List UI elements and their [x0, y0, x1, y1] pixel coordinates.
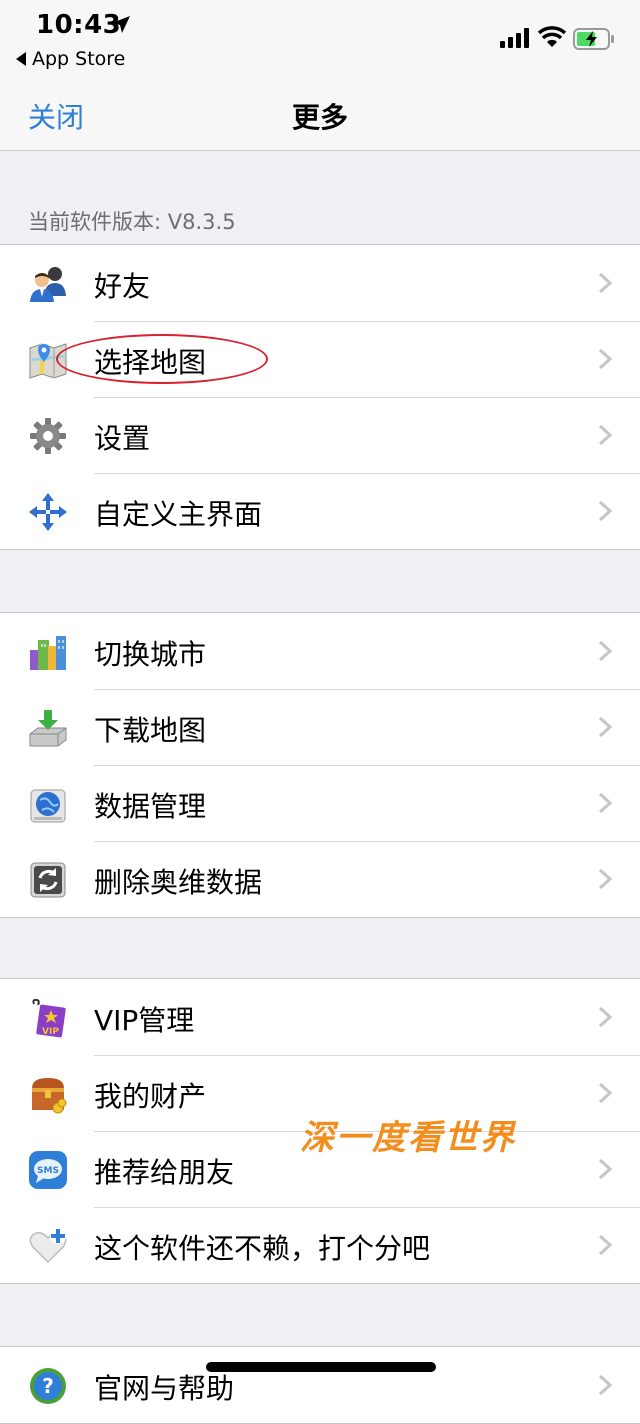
chevron-right-icon: [598, 1374, 612, 1396]
vip-icon: VIP: [32, 998, 66, 1038]
globe-icon: [30, 789, 66, 823]
refresh-icon: [30, 862, 66, 898]
location-arrow-icon: [112, 16, 130, 33]
menu-item-label: 自定义主界面: [94, 498, 263, 531]
menu-item-rate-app[interactable]: 这个软件还不赖，打个分吧: [0, 1207, 640, 1283]
menu-item-vip-management[interactable]: VIP VIP管理: [0, 979, 640, 1055]
menu-item-label: 官网与帮助: [94, 1372, 235, 1405]
chevron-right-icon: [598, 1006, 612, 1028]
chevron-right-icon: [598, 868, 612, 890]
page-title: 更多: [291, 101, 348, 134]
status-time: 10:43: [36, 10, 122, 40]
chevron-right-icon: [598, 272, 612, 294]
chevron-right-icon: [598, 1234, 612, 1256]
menu-item-label: 删除奥维数据: [94, 866, 263, 899]
menu-item-switch-city[interactable]: 切换城市: [0, 613, 640, 689]
back-app-label: App Store: [32, 48, 126, 70]
treasure-chest-icon: [32, 1078, 67, 1114]
back-triangle-icon: [16, 52, 26, 66]
chevron-right-icon: [598, 424, 612, 446]
menu-group-2: 切换城市 下载地图 数据管理 删除奥维数据: [0, 612, 640, 918]
signal-icon: [500, 28, 529, 48]
menu-item-customize-home[interactable]: 自定义主界面: [0, 473, 640, 549]
menu-item-label: 数据管理: [94, 790, 207, 823]
menu-item-download-map[interactable]: 下载地图: [0, 689, 640, 765]
city-icon: [30, 636, 66, 670]
heart-plus-icon: [29, 1228, 67, 1264]
download-icon: [29, 710, 67, 747]
chevron-right-icon: [598, 792, 612, 814]
chevron-right-icon: [598, 716, 612, 738]
menu-item-friends[interactable]: 好友: [0, 245, 640, 321]
vip-badge-text: VIP: [42, 1027, 59, 1037]
version-label: 当前软件版本: V8.3.5: [28, 210, 236, 234]
chevron-right-icon: [598, 1082, 612, 1104]
annotation-circle: [56, 334, 268, 384]
svg-text:?: ?: [42, 1374, 54, 1398]
menu-item-settings[interactable]: 设置: [0, 397, 640, 473]
menu-item-label: 我的财产: [94, 1080, 207, 1113]
menu-item-website-help[interactable]: ? 官网与帮助: [0, 1347, 640, 1423]
watermark-text: 深一度看世界: [300, 1118, 516, 1158]
chevron-right-icon: [598, 500, 612, 522]
nav-bar: 关闭 更多: [0, 80, 640, 151]
menu-item-label: 下载地图: [94, 714, 207, 747]
wifi-icon: [538, 26, 566, 47]
menu-group-4: ? 官网与帮助: [0, 1346, 640, 1424]
menu-item-delete-ovital-data[interactable]: 删除奥维数据: [0, 841, 640, 917]
menu-group-1: 好友 选择地图 设置 自定义主界面: [0, 244, 640, 550]
friends-icon: [30, 267, 66, 302]
menu-item-label: 设置: [94, 422, 151, 455]
sms-icon: SMS: [29, 1151, 67, 1189]
home-indicator[interactable]: [206, 1362, 436, 1372]
help-icon: ?: [30, 1368, 66, 1404]
menu-item-label: 这个软件还不赖，打个分吧: [94, 1232, 431, 1265]
arrows-icon: [29, 493, 67, 531]
status-bar: 10:43 App Store: [0, 0, 640, 80]
menu-item-label: 好友: [94, 270, 151, 303]
menu-item-label: 切换城市: [94, 638, 207, 671]
gear-icon: [30, 418, 66, 454]
chevron-right-icon: [598, 640, 612, 662]
menu-item-label: 推荐给朋友: [94, 1156, 235, 1189]
sms-badge-text: SMS: [37, 1166, 59, 1176]
menu-item-data-management[interactable]: 数据管理: [0, 765, 640, 841]
chevron-right-icon: [598, 1158, 612, 1180]
chevron-right-icon: [598, 348, 612, 370]
battery-charging-icon: [573, 28, 614, 50]
menu-item-label: VIP管理: [94, 1004, 195, 1037]
back-to-app-store[interactable]: App Store: [16, 48, 125, 70]
